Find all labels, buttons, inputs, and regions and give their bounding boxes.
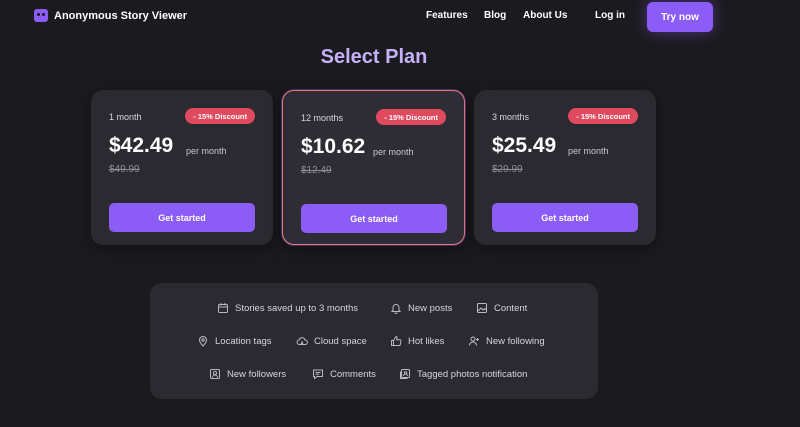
plan-card-3-months[interactable]: 3 months - 15% Discount $25.49 per month…	[474, 90, 656, 245]
plan-card-12-months[interactable]: 12 months - 15% Discount $10.62 per mont…	[282, 90, 465, 245]
feature-item: Stories saved up to 3 months	[217, 302, 358, 314]
feature-label: New posts	[408, 302, 453, 314]
feature-item: New followers	[209, 368, 286, 380]
cloud-icon	[296, 337, 308, 345]
get-started-button[interactable]: Get started	[301, 204, 447, 233]
logo-icon	[34, 9, 48, 22]
user-card-icon	[210, 369, 220, 379]
plan-price: $10.62	[301, 135, 366, 158]
features-panel: Stories saved up to 3 months New posts C…	[150, 283, 598, 399]
location-pin-icon	[198, 336, 208, 347]
comment-icon	[313, 369, 323, 380]
calendar-icon	[218, 303, 228, 313]
feature-label: Hot likes	[408, 335, 445, 347]
try-now-button[interactable]: Try now	[647, 2, 713, 32]
feature-item: Content	[476, 302, 527, 314]
nav-link-features[interactable]: Features	[426, 10, 468, 21]
feature-item: Cloud space	[296, 335, 367, 347]
thumbs-up-icon	[391, 335, 402, 346]
app-logo[interactable]: Anonymous Story Viewer	[34, 9, 187, 22]
feature-item: Tagged photos notification	[399, 368, 527, 380]
feature-label: Content	[494, 302, 528, 314]
feature-label: Location tags	[215, 335, 272, 347]
feature-label: New following	[486, 335, 545, 347]
discount-badge: - 15% Discount	[568, 108, 638, 124]
feature-label: Cloud space	[314, 335, 367, 347]
user-plus-icon	[469, 336, 479, 346]
feature-label: Comments	[330, 368, 376, 380]
old-price: $29.99	[492, 164, 523, 175]
get-started-button[interactable]: Get started	[109, 203, 255, 232]
feature-item: Comments	[312, 368, 376, 380]
plan-period: 1 month	[109, 112, 142, 122]
price-unit: per month	[186, 146, 227, 156]
image-icon	[477, 303, 487, 313]
discount-badge: - 15% Discount	[185, 108, 255, 124]
app-title: Anonymous Story Viewer	[54, 9, 188, 22]
feature-label: Stories saved up to 3 months	[235, 302, 359, 314]
feature-item: New following	[468, 335, 545, 347]
discount-badge: - 15% Discount	[376, 109, 446, 125]
plan-period: 12 months	[301, 113, 344, 123]
price-unit: per month	[568, 146, 609, 156]
price-unit: per month	[373, 147, 414, 157]
top-navbar: Anonymous Story Viewer Features Blog Abo…	[0, 0, 800, 34]
feature-item: New posts	[390, 302, 452, 314]
plan-period: 3 months	[492, 112, 530, 122]
page-title: Select Plan	[320, 46, 428, 68]
feature-item: Location tags	[197, 335, 272, 347]
feature-label: Tagged photos notification	[417, 368, 528, 380]
plan-price: $42.49	[109, 134, 174, 157]
old-price: $12.49	[301, 165, 332, 176]
nav-link-about-us[interactable]: About Us	[523, 10, 567, 21]
feature-item: Hot likes	[390, 335, 444, 347]
plan-card-1-month[interactable]: 1 month - 15% Discount $42.49 per month …	[91, 90, 273, 245]
bell-icon	[390, 304, 402, 314]
tagged-photo-icon	[400, 369, 410, 379]
plan-price: $25.49	[492, 134, 557, 157]
get-started-button[interactable]: Get started	[492, 203, 638, 232]
login-link[interactable]: Log in	[595, 10, 625, 21]
feature-label: New followers	[227, 368, 287, 380]
old-price: $49.99	[109, 164, 140, 175]
nav-link-blog[interactable]: Blog	[484, 10, 506, 21]
